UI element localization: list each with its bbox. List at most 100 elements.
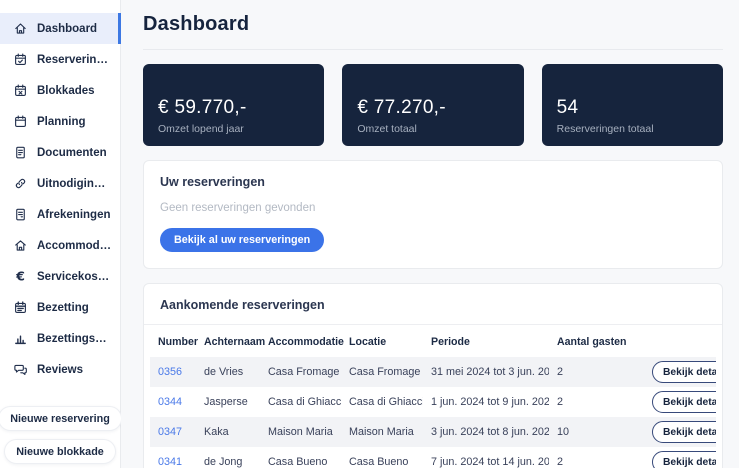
sidebar-item-afrekeningen[interactable]: Afrekeningen (0, 199, 120, 230)
sidebar-item-label: Bezetting (37, 302, 89, 314)
column-header-achternaam: Achternaam (196, 327, 260, 357)
stat-value: 54 (557, 97, 708, 119)
sidebar-item-documenten[interactable]: Documenten (0, 137, 120, 168)
calendar-x-icon (13, 83, 28, 98)
upcoming-reservations-title: Aankomende reserveringen (160, 298, 706, 312)
details-button[interactable]: Bekijk details (652, 391, 716, 413)
sidebar-item-label: Reserveringen (37, 54, 112, 66)
home-icon (13, 21, 28, 36)
calendar-grid-icon (13, 300, 28, 315)
upcoming-reservations-card: Aankomende reserveringen NumberAchternaa… (143, 283, 723, 468)
receipt-icon (13, 207, 28, 222)
reservation-number-link[interactable]: 0344 (158, 396, 182, 408)
main-content: Dashboard € 59.770,-Omzet lopend jaar€ 7… (121, 0, 739, 468)
app-root: Dashboard Reserveringen Blokkades Planning D… (0, 0, 739, 468)
link-icon (13, 176, 28, 191)
sidebar-item-blokkades[interactable]: Blokkades (0, 75, 120, 106)
table-body: 0356de VriesCasa FromageCasa Fromage31 m… (150, 357, 716, 468)
stat-card-omzet-lopend-jaar: € 59.770,- Omzet lopend jaar (143, 64, 324, 146)
details-button[interactable]: Bekijk details (652, 421, 716, 443)
cell-achternaam: de Vries (196, 357, 260, 387)
sidebar-item-label: Planning (37, 116, 86, 128)
house-icon (13, 238, 28, 253)
cell-periode: 7 jun. 2024 tot 14 jun. 2024 (423, 447, 549, 468)
page-header: Dashboard (143, 0, 723, 50)
details-button[interactable]: Bekijk details (652, 451, 716, 468)
cell-aantal-gasten: 2 (549, 387, 644, 417)
cell-locatie: Casa Fromage (341, 357, 423, 387)
sidebar-item-accommodaties[interactable]: Accommodaties (0, 230, 120, 261)
nieuwe-blokkade-button[interactable]: Nieuwe blokkade (4, 439, 116, 464)
cell-periode: 1 jun. 2024 tot 9 jun. 2024 (423, 387, 549, 417)
sidebar-item-label: Accommodaties (37, 240, 112, 252)
sidebar-item-label: Afrekeningen (37, 209, 111, 221)
stat-label: Reserveringen totaal (557, 123, 708, 135)
stat-card-reserveringen-totaal: 54 Reserveringen totaal (542, 64, 723, 146)
sidebar-item-planning[interactable]: Planning (0, 106, 120, 137)
euro-icon: € (13, 269, 28, 284)
reservation-number-link[interactable]: 0347 (158, 426, 182, 438)
column-header-locatie: Locatie (341, 327, 423, 357)
reservation-number-link[interactable]: 0356 (158, 366, 182, 378)
cell-details: Bekijk details (644, 387, 716, 417)
column-header-aantal-gasten: Aantal gasten (549, 327, 644, 357)
cell-aantal-gasten: 2 (549, 357, 644, 387)
empty-message: Geen reserveringen gevonden (160, 202, 706, 214)
cell-locatie: Casa di Ghiaccio (341, 387, 423, 417)
sidebar: Dashboard Reserveringen Blokkades Planning D… (0, 0, 121, 468)
sidebar-item-bezetting[interactable]: Bezetting (0, 292, 120, 323)
cell-details: Bekijk details (644, 417, 716, 447)
chat-icon (13, 362, 28, 377)
sidebar-item-label: Blokkades (37, 85, 95, 97)
nieuwe-reservering-button[interactable]: Nieuwe reservering (0, 406, 122, 431)
sidebar-item-label: Documenten (37, 147, 107, 159)
cell-locatie: Maison Maria (341, 417, 423, 447)
column-header-periode: Periode (423, 327, 549, 357)
cell-aantal-gasten: 10 (549, 417, 644, 447)
sidebar-item-uitnodigingen[interactable]: Uitnodigingen (0, 168, 120, 199)
sidebar-item-label: Reviews (37, 364, 83, 376)
cell-accommodatie: Casa Fromage (260, 357, 341, 387)
details-button[interactable]: Bekijk details (652, 361, 716, 383)
reservations-table: NumberAchternaamAccommodatieLocatiePerio… (150, 327, 716, 468)
sidebar-item-label: Bezettingsgraad (37, 333, 112, 345)
stat-label: Omzet totaal (357, 123, 508, 135)
cell-locatie: Casa Bueno (341, 447, 423, 468)
calendar-check-icon (13, 52, 28, 67)
sidebar-item-reviews[interactable]: Reviews (0, 354, 120, 385)
sidebar-nav: Dashboard Reserveringen Blokkades Planning D… (0, 13, 120, 385)
cell-details: Bekijk details (644, 357, 716, 387)
your-reservations-card: Uw reserveringen Geen reserveringen gevo… (143, 160, 723, 269)
cell-details: Bekijk details (644, 447, 716, 468)
svg-text:€: € (15, 269, 25, 283)
sidebar-actions: Nieuwe reservering Nieuwe blokkade (0, 406, 120, 464)
table-row: 0341de JongCasa BuenoCasa Bueno7 jun. 20… (150, 447, 716, 468)
cell-accommodatie: Casa Bueno (260, 447, 341, 468)
cell-accommodatie: Casa di Ghiaccio (260, 387, 341, 417)
stat-label: Omzet lopend jaar (158, 123, 309, 135)
reservation-number-link[interactable]: 0341 (158, 456, 182, 468)
table-row: 0356de VriesCasa FromageCasa Fromage31 m… (150, 357, 716, 387)
sidebar-item-bezettingsgraad[interactable]: Bezettingsgraad (0, 323, 120, 354)
sidebar-item-label: Servicekosten (37, 271, 112, 283)
column-header-accommodatie: Accommodatie (260, 327, 341, 357)
document-icon (13, 145, 28, 160)
page-title: Dashboard (143, 13, 249, 36)
sidebar-item-servicekosten[interactable]: € Servicekosten (0, 261, 120, 292)
cell-achternaam: de Jong (196, 447, 260, 468)
table-row: 0347KakaMaison MariaMaison Maria3 jun. 2… (150, 417, 716, 447)
your-reservations-title: Uw reserveringen (160, 175, 706, 189)
cell-number: 0347 (150, 417, 196, 447)
table-header-row: NumberAchternaamAccommodatieLocatiePerio… (150, 327, 716, 357)
reservations-table-wrap: NumberAchternaamAccommodatieLocatiePerio… (144, 325, 722, 468)
cell-aantal-gasten: 2 (549, 447, 644, 468)
sidebar-item-reserveringen[interactable]: Reserveringen (0, 44, 120, 75)
cell-periode: 3 jun. 2024 tot 8 jun. 2024 (423, 417, 549, 447)
cell-accommodatie: Maison Maria (260, 417, 341, 447)
view-all-reservations-button[interactable]: Bekijk al uw reserveringen (160, 228, 324, 252)
sidebar-item-label: Uitnodigingen (37, 178, 112, 190)
calendar-icon (13, 114, 28, 129)
sidebar-item-dashboard[interactable]: Dashboard (0, 13, 120, 44)
cell-achternaam: Kaka (196, 417, 260, 447)
stat-value: € 59.770,- (158, 97, 309, 119)
